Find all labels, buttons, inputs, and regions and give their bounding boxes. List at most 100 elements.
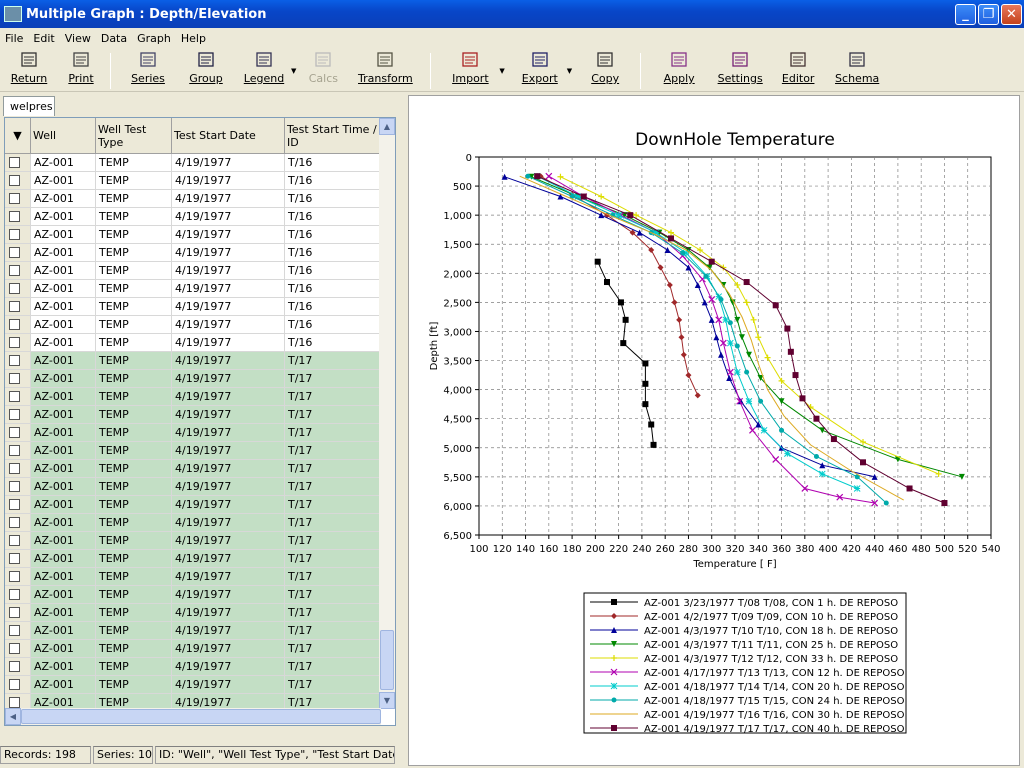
row-checkbox[interactable] (9, 319, 20, 330)
row-checkbox[interactable] (9, 517, 20, 528)
cell-well[interactable]: AZ-001 (31, 514, 96, 531)
cell-test-type[interactable]: TEMP (96, 604, 172, 621)
apply-button[interactable]: Apply (647, 51, 711, 91)
cell-well[interactable]: AZ-001 (31, 442, 96, 459)
cell-start-time[interactable]: T/17 (285, 532, 381, 549)
row-select-cell[interactable] (5, 208, 31, 225)
scroll-up-arrow[interactable]: ▲ (379, 118, 395, 135)
cell-well[interactable]: AZ-001 (31, 334, 96, 351)
row-select-cell[interactable] (5, 298, 31, 315)
title-bar[interactable]: Multiple Graph : Depth/Elevation _ ❐ ✕ (0, 0, 1024, 28)
cell-start-date[interactable]: 4/19/1977 (172, 334, 285, 351)
row-select-cell[interactable] (5, 244, 31, 261)
cell-well[interactable]: AZ-001 (31, 496, 96, 513)
cell-start-date[interactable]: 4/19/1977 (172, 550, 285, 567)
table-row[interactable]: AZ-001 TEMP 4/19/1977 T/16 (5, 172, 381, 190)
cell-test-type[interactable]: TEMP (96, 280, 172, 297)
row-checkbox[interactable] (9, 409, 20, 420)
cell-start-date[interactable]: 4/19/1977 (172, 226, 285, 243)
table-row[interactable]: AZ-001 TEMP 4/19/1977 T/16 (5, 208, 381, 226)
table-row[interactable]: AZ-001 TEMP 4/19/1977 T/17 (5, 424, 381, 442)
row-select-cell[interactable] (5, 172, 31, 189)
dropdown-arrow-icon[interactable]: ▼ (567, 67, 572, 75)
row-checkbox[interactable] (9, 247, 20, 258)
col-header-well[interactable]: Well (31, 118, 96, 153)
cell-start-date[interactable]: 4/19/1977 (172, 154, 285, 171)
cell-start-time[interactable]: T/16 (285, 226, 381, 243)
table-row[interactable]: AZ-001 TEMP 4/19/1977 T/16 (5, 262, 381, 280)
cell-start-date[interactable]: 4/19/1977 (172, 172, 285, 189)
row-checkbox[interactable] (9, 229, 20, 240)
return-button[interactable]: Return (0, 51, 58, 91)
cell-well[interactable]: AZ-001 (31, 604, 96, 621)
cell-well[interactable]: AZ-001 (31, 262, 96, 279)
table-row[interactable]: AZ-001 TEMP 4/19/1977 T/16 (5, 334, 381, 352)
cell-well[interactable]: AZ-001 (31, 316, 96, 333)
cell-start-date[interactable]: 4/19/1977 (172, 280, 285, 297)
row-select-cell[interactable] (5, 676, 31, 693)
row-checkbox[interactable] (9, 553, 20, 564)
cell-well[interactable]: AZ-001 (31, 532, 96, 549)
table-row[interactable]: AZ-001 TEMP 4/19/1977 T/17 (5, 532, 381, 550)
row-select-cell[interactable] (5, 586, 31, 603)
cell-test-type[interactable]: TEMP (96, 586, 172, 603)
cell-start-date[interactable]: 4/19/1977 (172, 406, 285, 423)
cell-test-type[interactable]: TEMP (96, 298, 172, 315)
table-row[interactable]: AZ-001 TEMP 4/19/1977 T/17 (5, 604, 381, 622)
cell-start-date[interactable]: 4/19/1977 (172, 478, 285, 495)
row-checkbox[interactable] (9, 427, 20, 438)
table-row[interactable]: AZ-001 TEMP 4/19/1977 T/16 (5, 226, 381, 244)
cell-start-time[interactable]: T/17 (285, 550, 381, 567)
cell-test-type[interactable]: TEMP (96, 658, 172, 675)
row-select-cell[interactable] (5, 514, 31, 531)
cell-test-type[interactable]: TEMP (96, 532, 172, 549)
row-select-cell[interactable] (5, 352, 31, 369)
cell-start-date[interactable]: 4/19/1977 (172, 298, 285, 315)
col-header-test-start-time[interactable]: Test Start Time / ID (285, 118, 381, 153)
cell-start-date[interactable]: 4/19/1977 (172, 496, 285, 513)
cell-start-date[interactable]: 4/19/1977 (172, 676, 285, 693)
cell-test-type[interactable]: TEMP (96, 226, 172, 243)
cell-start-time[interactable]: T/17 (285, 370, 381, 387)
cell-start-date[interactable]: 4/19/1977 (172, 568, 285, 585)
row-checkbox[interactable] (9, 337, 20, 348)
row-checkbox[interactable] (9, 463, 20, 474)
cell-start-date[interactable]: 4/19/1977 (172, 352, 285, 369)
row-select-cell[interactable] (5, 190, 31, 207)
cell-start-time[interactable]: T/16 (285, 262, 381, 279)
cell-start-date[interactable]: 4/19/1977 (172, 640, 285, 657)
cell-test-type[interactable]: TEMP (96, 334, 172, 351)
cell-well[interactable]: AZ-001 (31, 352, 96, 369)
cell-start-time[interactable]: T/16 (285, 154, 381, 171)
menu-graph[interactable]: Graph (132, 32, 176, 45)
row-checkbox[interactable] (9, 589, 20, 600)
cell-start-time[interactable]: T/17 (285, 514, 381, 531)
row-select-cell[interactable] (5, 280, 31, 297)
cell-well[interactable]: AZ-001 (31, 622, 96, 639)
cell-start-time[interactable]: T/16 (285, 244, 381, 261)
cell-test-type[interactable]: TEMP (96, 676, 172, 693)
cell-start-time[interactable]: T/16 (285, 280, 381, 297)
cell-test-type[interactable]: TEMP (96, 442, 172, 459)
row-checkbox[interactable] (9, 679, 20, 690)
cell-well[interactable]: AZ-001 (31, 154, 96, 171)
row-select-cell[interactable] (5, 496, 31, 513)
cell-test-type[interactable]: TEMP (96, 172, 172, 189)
table-row[interactable]: AZ-001 TEMP 4/19/1977 T/17 (5, 370, 381, 388)
cell-well[interactable]: AZ-001 (31, 460, 96, 477)
dropdown-arrow-icon[interactable]: ▼ (291, 67, 296, 75)
row-checkbox[interactable] (9, 697, 20, 708)
row-checkbox[interactable] (9, 607, 20, 618)
cell-start-date[interactable]: 4/19/1977 (172, 460, 285, 477)
row-select-cell[interactable] (5, 604, 31, 621)
row-select-cell[interactable] (5, 388, 31, 405)
cell-test-type[interactable]: TEMP (96, 640, 172, 657)
cell-well[interactable]: AZ-001 (31, 298, 96, 315)
cell-test-type[interactable]: TEMP (96, 568, 172, 585)
cell-start-time[interactable]: T/17 (285, 640, 381, 657)
temperature-depth-chart[interactable]: DownHole Temperature 100 120 140 160 180 200 22… (409, 96, 1019, 765)
cell-start-time[interactable]: T/16 (285, 208, 381, 225)
row-checkbox[interactable] (9, 571, 20, 582)
cell-start-time[interactable]: T/16 (285, 316, 381, 333)
minimize-button[interactable]: _ (955, 3, 976, 25)
